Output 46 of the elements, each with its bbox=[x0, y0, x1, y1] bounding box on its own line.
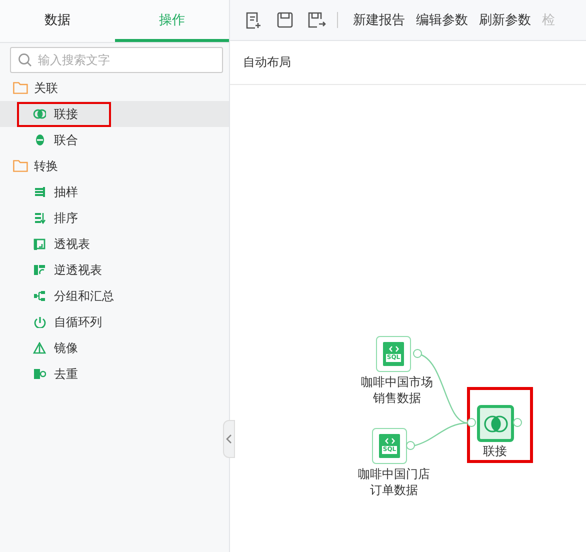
operation-icon bbox=[33, 238, 46, 250]
tree-item[interactable]: 透视表 bbox=[54, 236, 90, 252]
tree-item[interactable]: 抽样 bbox=[54, 184, 78, 200]
new-file-icon[interactable] bbox=[246, 12, 262, 28]
operation-icon bbox=[33, 290, 46, 302]
operation-icon bbox=[33, 212, 46, 224]
save-icon[interactable] bbox=[277, 12, 293, 28]
operation-icon bbox=[33, 108, 46, 120]
tree-item[interactable]: 镜像 bbox=[54, 340, 78, 356]
toolbar-button[interactable]: 刷新参数 bbox=[479, 11, 531, 29]
join-icon bbox=[484, 414, 508, 432]
tree-folder[interactable]: 关联 bbox=[34, 80, 58, 96]
node-label: 咖啡中国市场 bbox=[361, 374, 433, 390]
output-port[interactable] bbox=[513, 418, 522, 427]
operation-icon bbox=[33, 342, 46, 354]
tree-item[interactable]: 联合 bbox=[54, 132, 78, 148]
output-port[interactable] bbox=[406, 441, 415, 450]
tree-item[interactable]: 分组和汇总 bbox=[54, 288, 114, 304]
operation-icon bbox=[33, 264, 46, 276]
folder-icon bbox=[13, 160, 28, 172]
layout-label[interactable]: 自动布局 bbox=[243, 54, 291, 71]
tree-item[interactable]: 联接 bbox=[54, 106, 78, 122]
operation-icon bbox=[33, 368, 46, 380]
toolbar-button[interactable]: 新建报告 bbox=[353, 11, 405, 29]
collapse-handle[interactable] bbox=[223, 420, 235, 458]
tree-item[interactable]: 去重 bbox=[54, 366, 78, 382]
output-port[interactable] bbox=[413, 349, 422, 358]
folder-icon bbox=[13, 82, 28, 94]
operation-icon bbox=[33, 186, 46, 198]
node-label: 订单数据 bbox=[370, 482, 418, 498]
tree-item[interactable]: 逆透视表 bbox=[54, 262, 102, 278]
save-as-icon[interactable] bbox=[308, 12, 326, 28]
node-label: 联接 bbox=[483, 443, 507, 459]
panel-tab[interactable]: 数据 bbox=[0, 0, 114, 42]
chevron-left-icon bbox=[226, 434, 232, 444]
search-field[interactable]: 输入搜索文字 bbox=[10, 47, 223, 73]
operation-icon bbox=[33, 316, 46, 328]
toolbar-button[interactable]: 编辑参数 bbox=[416, 11, 468, 29]
flow-node[interactable] bbox=[477, 405, 514, 442]
node-label: 销售数据 bbox=[373, 390, 421, 406]
input-port[interactable] bbox=[467, 418, 476, 427]
tree-item[interactable]: 排序 bbox=[54, 210, 78, 226]
tree-folder[interactable]: 转换 bbox=[34, 158, 58, 174]
tree-item[interactable]: 自循环列 bbox=[54, 314, 102, 330]
operation-icon bbox=[33, 134, 46, 146]
node-label: 咖啡中国门店 bbox=[358, 466, 430, 482]
